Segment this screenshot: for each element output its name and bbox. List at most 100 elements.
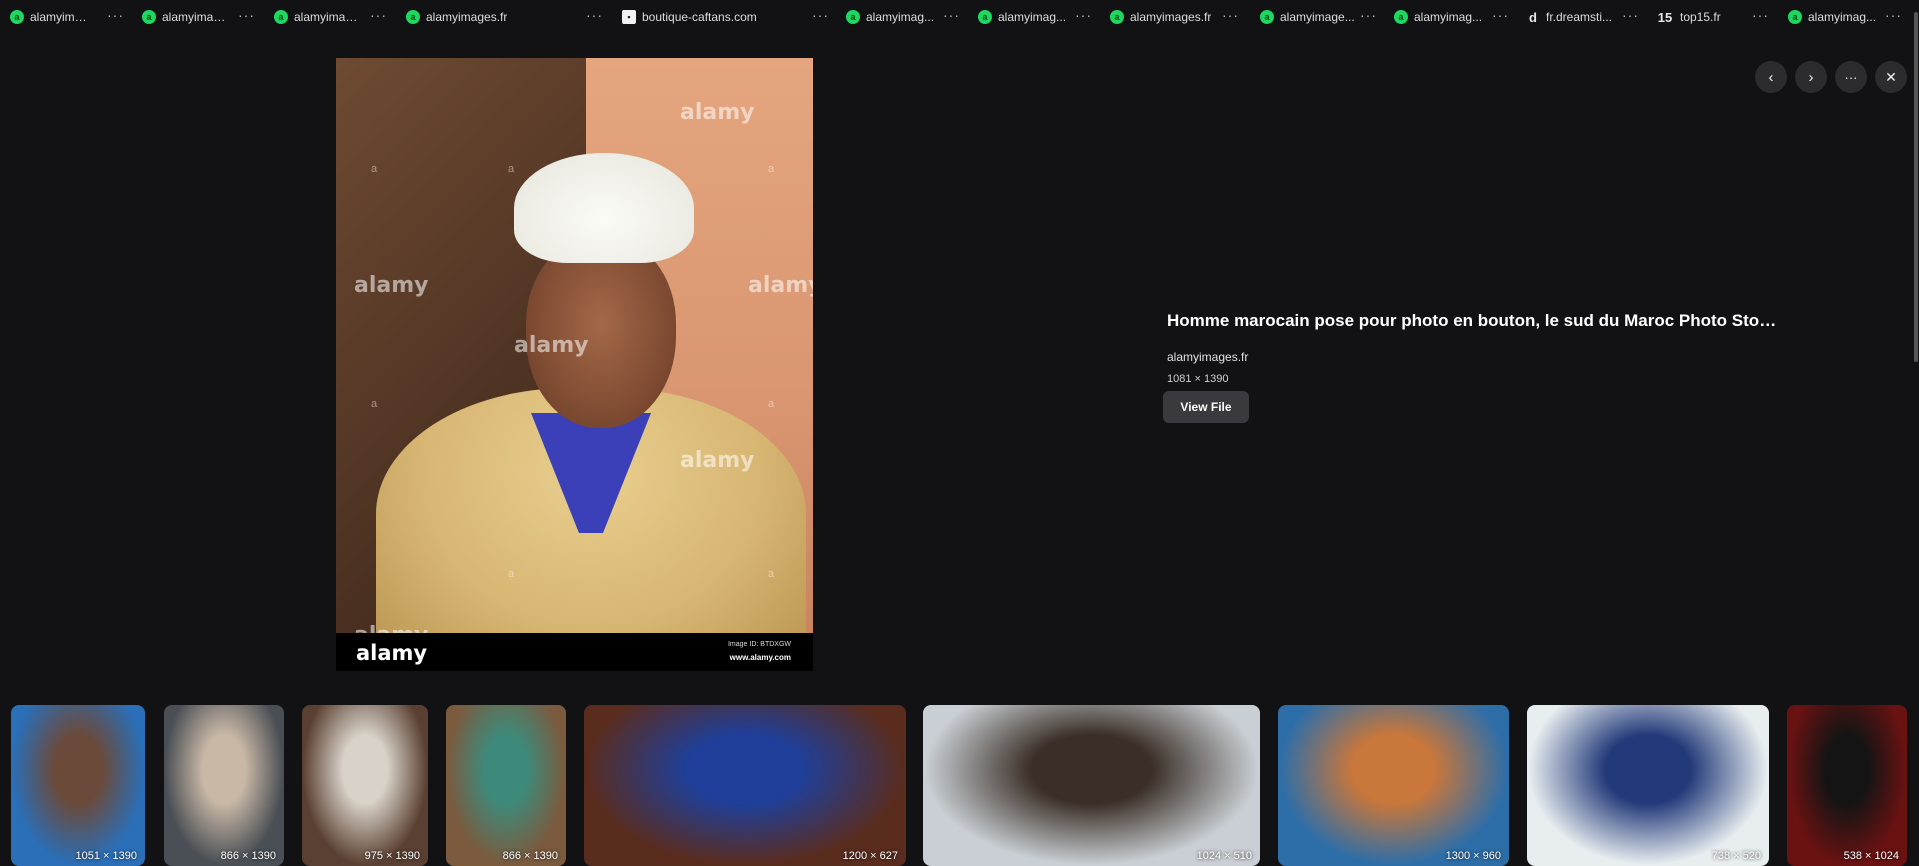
more-options-icon[interactable]: ··· [943,7,960,23]
source-chip-label: boutique-caftans.com [642,10,757,24]
next-button[interactable]: › [1795,61,1827,93]
related-thumbnail[interactable]: 1024 × 510 [923,705,1260,866]
related-thumbnail[interactable]: 1300 × 960 [1278,705,1509,866]
thumbnail-dimensions: 1051 × 1390 [75,850,137,862]
watermark-small: a [508,568,515,580]
more-options-icon[interactable]: ··· [1885,7,1902,23]
preview-image[interactable]: alamy alamy alamy alamy alamy alamy a a … [336,58,813,671]
watermark-small: a [768,568,775,580]
related-thumbnail[interactable]: 866 × 1390 [446,705,566,866]
alamy-favicon-icon: a [846,10,860,24]
source-chip[interactable]: a alamyimag... [846,8,938,26]
related-thumbnail[interactable]: 975 × 1390 [302,705,428,866]
source-chip[interactable]: ▪ boutique-caftans.com [622,8,822,26]
alamy-favicon-icon: a [274,10,288,24]
source-chip-label: alamyimage... [1280,10,1355,24]
source-chip-label: alamyimag... [998,10,1067,24]
thumbnail-dimensions: 1200 × 627 [842,850,898,862]
watermark: alamy [680,448,755,473]
source-chip-label: alamyimag... [294,10,362,24]
source-chip-label: fr.dreamsti... [1546,10,1613,24]
thumbnail-dimensions: 1300 × 960 [1445,850,1501,862]
source-chip[interactable]: a alamyimag... [1788,8,1880,26]
related-thumbnail[interactable]: 866 × 1390 [164,705,284,866]
watermark-small: a [371,398,378,410]
alamy-url: www.alamy.com [729,653,791,662]
source-chip[interactable]: a alamyimages.fr [406,8,556,26]
more-options-icon[interactable]: ··· [1222,7,1239,23]
more-options-icon[interactable]: ··· [107,7,124,23]
alamy-favicon-icon: a [1394,10,1408,24]
thumbnail-image [923,705,1260,866]
thumbnail-dimensions: 866 × 1390 [220,850,276,862]
source-chip-label: alamyimag... [162,10,230,24]
source-chip[interactable]: a alamyimag... [274,8,362,26]
more-options-icon[interactable]: ··· [812,7,829,23]
alamy-favicon-icon: a [1110,10,1124,24]
more-options-icon[interactable]: ··· [586,7,603,23]
more-options-button[interactable]: ··· [1835,61,1867,93]
more-options-icon[interactable]: ··· [1360,7,1377,23]
source-chip-label: alamyimag... [30,10,92,24]
thumbnail-image [302,705,428,866]
source-strip: a alamyimag... ··· a alamyimag... ··· a … [0,0,1919,34]
more-options-icon[interactable]: ··· [238,7,255,23]
more-options-icon[interactable]: ··· [1075,7,1092,23]
photo-background [336,58,813,671]
chevron-right-icon: › [1808,68,1814,86]
source-chip[interactable]: a alamyimag... [142,8,230,26]
result-dimensions: 1081 × 1390 [1167,373,1229,385]
source-chip[interactable]: d fr.dreamsti... [1526,8,1626,26]
thumbnail-image [11,705,145,866]
source-chip[interactable]: a alamyimag... [978,8,1070,26]
alamy-favicon-icon: a [978,10,992,24]
more-options-icon[interactable]: ··· [370,7,387,23]
white-turban [514,153,694,263]
source-chip[interactable]: a alamyimag... [1394,8,1490,26]
related-thumbnail[interactable]: 538 × 1024 [1787,705,1907,866]
source-chip-label: top15.fr [1680,10,1721,24]
watermark: alamy [748,273,813,298]
source-chip-label: alamyimag... [1808,10,1877,24]
watermark-small: a [371,163,378,175]
watermark: alamy [354,273,429,298]
image-id: Image ID: BTDXGW [727,641,791,648]
related-images-strip: 1051 × 1390 866 × 1390 975 × 1390 866 × … [0,705,1919,866]
previous-button[interactable]: ‹ [1755,61,1787,93]
photo-footer: alamy Image ID: BTDXGW www.alamy.com [336,633,813,671]
alamy-favicon-icon: a [10,10,24,24]
alamy-favicon-icon: a [1788,10,1802,24]
watermark: alamy [514,333,589,358]
boutique-favicon-icon: ▪ [622,10,636,24]
thumbnail-image [1527,705,1769,866]
scrollbar-thumb[interactable] [1914,12,1918,362]
thumbnail-dimensions: 975 × 1390 [364,850,420,862]
related-thumbnail[interactable]: 1200 × 627 [584,705,906,866]
result-source[interactable]: alamyimages.fr [1167,350,1787,364]
more-options-icon[interactable]: ··· [1492,7,1509,23]
view-file-button[interactable]: View File [1163,391,1249,423]
source-chip-label: alamyimag... [1414,10,1483,24]
source-chip-label: alamyimages.fr [426,10,508,24]
source-chip[interactable]: 15 top15.fr [1656,8,1752,26]
alamy-favicon-icon: a [1260,10,1274,24]
source-chip-label: alamyimag... [866,10,935,24]
close-button[interactable]: ✕ [1875,61,1907,93]
thumbnail-dimensions: 866 × 1390 [502,850,558,862]
related-thumbnail[interactable]: 738 × 520 [1527,705,1769,866]
related-thumbnail[interactable]: 1051 × 1390 [11,705,145,866]
thumbnail-image [164,705,284,866]
watermark: alamy [680,100,755,125]
thumbnail-image [446,705,566,866]
more-options-icon[interactable]: ··· [1622,7,1639,23]
dreamstime-favicon-icon: d [1529,9,1537,25]
more-options-icon[interactable]: ··· [1752,7,1769,23]
alamy-favicon-icon: a [406,10,420,24]
thumbnail-image [584,705,906,866]
source-chip[interactable]: a alamyimages.fr [1110,8,1230,26]
source-chip-label: alamyimages.fr [1130,10,1212,24]
result-title[interactable]: Homme marocain pose pour photo en bouton… [1167,311,1777,331]
source-chip[interactable]: a alamyimag... [10,8,92,26]
watermark-small: a [508,163,515,175]
source-chip[interactable]: a alamyimage... [1260,8,1360,26]
